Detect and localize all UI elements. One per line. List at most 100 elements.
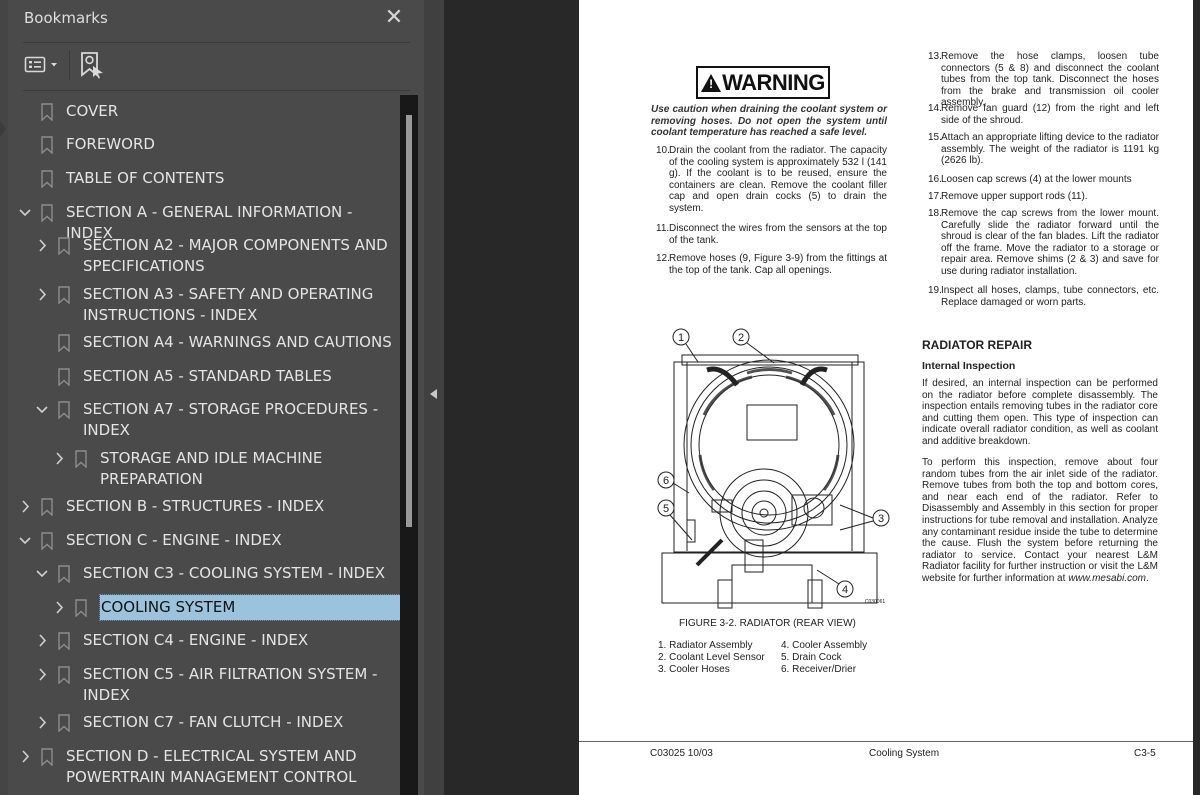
chevron-right-icon[interactable] [35, 235, 49, 256]
step-text: Inspect all hoses, clamps, tube connecto… [941, 285, 1159, 308]
bookmark-label[interactable]: SECTION A7 - STORAGE PROCEDURES - INDEX [83, 399, 396, 441]
bookmark-search-icon [81, 52, 103, 79]
list-options-icon [24, 56, 57, 73]
chevron-down-icon[interactable] [18, 202, 32, 223]
chevron-right-icon[interactable] [52, 597, 66, 618]
bookmark-icon [75, 450, 87, 469]
bookmark-icon [58, 237, 70, 256]
step-text: Remove fan guard (12) from the right and… [941, 103, 1159, 126]
viewer-background [1193, 0, 1200, 795]
legend-item: 6. Receiver/Drier [781, 664, 857, 675]
bookmark-icon [75, 599, 87, 618]
bookmark-icon [58, 565, 70, 584]
bookmarks-tree: COVER FOREWORD TABLE OF CONTENTS SECTION A … [8, 95, 400, 795]
legend-item: 5. Drain Cock [781, 652, 842, 663]
chevron-down-icon[interactable] [35, 563, 49, 584]
figure-legend-right: 4. Cooler Assembly 5. Drain Cock 6. Rece… [781, 640, 867, 676]
callout-3: 3 [878, 513, 884, 525]
bookmark-label[interactable]: SECTION A3 - SAFETY AND OPERATING INSTRU… [83, 284, 396, 326]
footer-title: Cooling System [869, 748, 940, 759]
bookmark-icon [58, 632, 70, 651]
step-text: Remove hoses (9, Figure 3-9) from the fi… [669, 253, 887, 276]
caret-down-icon [51, 63, 57, 67]
bookmark-label[interactable]: COOLING SYSTEM [99, 594, 400, 621]
bookmark-label[interactable]: SECTION A4 - WARNINGS AND CAUTIONS [83, 332, 396, 353]
step-number: 13. [928, 51, 942, 62]
footer-doc-code: C03025 10/03 [650, 748, 713, 759]
callout-4: 4 [842, 584, 848, 596]
bookmark-icon [58, 401, 70, 420]
callout-5: 5 [663, 503, 669, 515]
chevron-down-icon[interactable] [18, 530, 32, 551]
bookmark-label[interactable]: FOREWORD [66, 134, 396, 155]
figure-legend-left: 1. Radiator Assembly 2. Coolant Level Se… [658, 640, 765, 676]
section-heading: RADIATOR REPAIR [922, 338, 1033, 352]
triangle-left-icon[interactable] [430, 389, 437, 399]
bookmark-label[interactable]: SECTION C3 - COOLING SYSTEM - INDEX [83, 563, 396, 584]
step-number: 14. [928, 103, 942, 114]
procedure-step: 14. Remove fan guard (12) from the right … [928, 103, 1159, 126]
bookmark-label[interactable]: SECTION C4 - ENGINE - INDEX [83, 630, 396, 651]
procedure-step: 15. Attach an appropriate lifting device … [928, 132, 1159, 167]
bookmark-label[interactable]: SECTION C - ENGINE - INDEX [66, 530, 396, 551]
bookmark-icon [58, 714, 70, 733]
step-number: 16. [928, 174, 942, 185]
bookmark-label[interactable]: SECTION C7 - FAN CLUTCH - INDEX [83, 712, 396, 733]
panel-edge [0, 0, 8, 795]
chevron-right-icon[interactable] [35, 664, 49, 685]
chevron-down-icon[interactable] [35, 399, 49, 420]
bookmark-icon [41, 170, 53, 189]
step-number: 11. [656, 223, 670, 234]
bookmarks-panel: Bookmarks ✕ COVER FOREWORD TABLE OF CONT… [0, 0, 424, 795]
step-number: 10. [656, 145, 670, 156]
bookmark-label[interactable]: SECTION B - STRUCTURES - INDEX [66, 496, 396, 517]
chevron-right-icon[interactable] [35, 630, 49, 651]
bookmark-label[interactable]: SECTION D - ELECTRICAL SYSTEM AND POWERT… [66, 746, 396, 788]
legend-item: 1. Radiator Assembly [658, 640, 753, 651]
paragraph: If desired, an internal inspection can b… [922, 378, 1158, 447]
website-link[interactable]: www.mesabi.com [1068, 573, 1146, 584]
callout-2: 2 [738, 332, 744, 344]
bookmark-icon [58, 666, 70, 685]
bookmark-label[interactable]: STORAGE AND IDLE MACHINE PREPARATION [100, 448, 396, 490]
procedure-step: 16. Loosen cap screws (4) at the lower mo… [928, 174, 1159, 186]
bookmark-label[interactable]: SECTION A5 - STANDARD TABLES [83, 366, 396, 387]
bookmark-icon [58, 286, 70, 305]
legend-item: 4. Cooler Assembly [781, 640, 868, 651]
bookmark-icon [41, 498, 53, 517]
procedure-step: 12. Remove hoses (9, Figure 3-9) from the… [656, 253, 887, 276]
step-text: Remove the hose clamps, loosen tube conn… [941, 51, 1159, 109]
bookmark-label[interactable]: SECTION C5 - AIR FILTRATION SYSTEM - IND… [83, 664, 396, 706]
step-text: Drain the coolant from the radiator. The… [669, 145, 887, 214]
chevron-right-icon[interactable] [35, 712, 49, 733]
bookmark-label[interactable]: SECTION A2 - MAJOR COMPONENTS AND SPECIF… [83, 235, 396, 277]
figure-caption: FIGURE 3-2. RADIATOR (REAR VIEW) [679, 618, 856, 629]
pdf-viewer: Bookmarks ✕ COVER FOREWORD TABLE OF CONT… [0, 0, 1200, 795]
callout-1: 1 [678, 332, 684, 344]
step-text: Disconnect the wires from the sensors at… [669, 223, 887, 246]
bookmark-label[interactable]: COVER [66, 101, 396, 122]
footer-rule [579, 741, 1193, 742]
toolbar-separator [69, 50, 70, 80]
warning-label: ! WARNING [696, 66, 830, 99]
options-menu-button[interactable] [24, 54, 62, 76]
figure-code: C030061 [865, 599, 886, 605]
bookmark-icon [58, 368, 70, 387]
pdf-page: ! WARNING Use caution when draining the c… [579, 0, 1193, 795]
bookmark-label[interactable]: TABLE OF CONTENTS [66, 168, 396, 189]
chevron-right-icon[interactable] [35, 284, 49, 305]
procedure-step: 19. Inspect all hoses, clamps, tube conne… [928, 285, 1159, 308]
step-number: 15. [928, 132, 942, 143]
find-current-bookmark-button[interactable] [79, 51, 105, 79]
chevron-right-icon[interactable] [52, 448, 66, 469]
chevron-right-icon[interactable] [18, 746, 32, 767]
procedure-step: 13. Remove the hose clamps, loosen tube c… [928, 51, 1159, 109]
bookmark-icon [41, 204, 53, 223]
chevron-right-icon[interactable] [18, 496, 32, 517]
step-number: 19. [928, 285, 942, 296]
legend-item: 2. Coolant Level Sensor [658, 652, 765, 663]
bookmark-icon [41, 103, 53, 122]
close-panel-button[interactable]: ✕ [383, 7, 405, 29]
bookmark-icon [41, 748, 53, 767]
scrollbar-thumb[interactable] [406, 115, 412, 527]
